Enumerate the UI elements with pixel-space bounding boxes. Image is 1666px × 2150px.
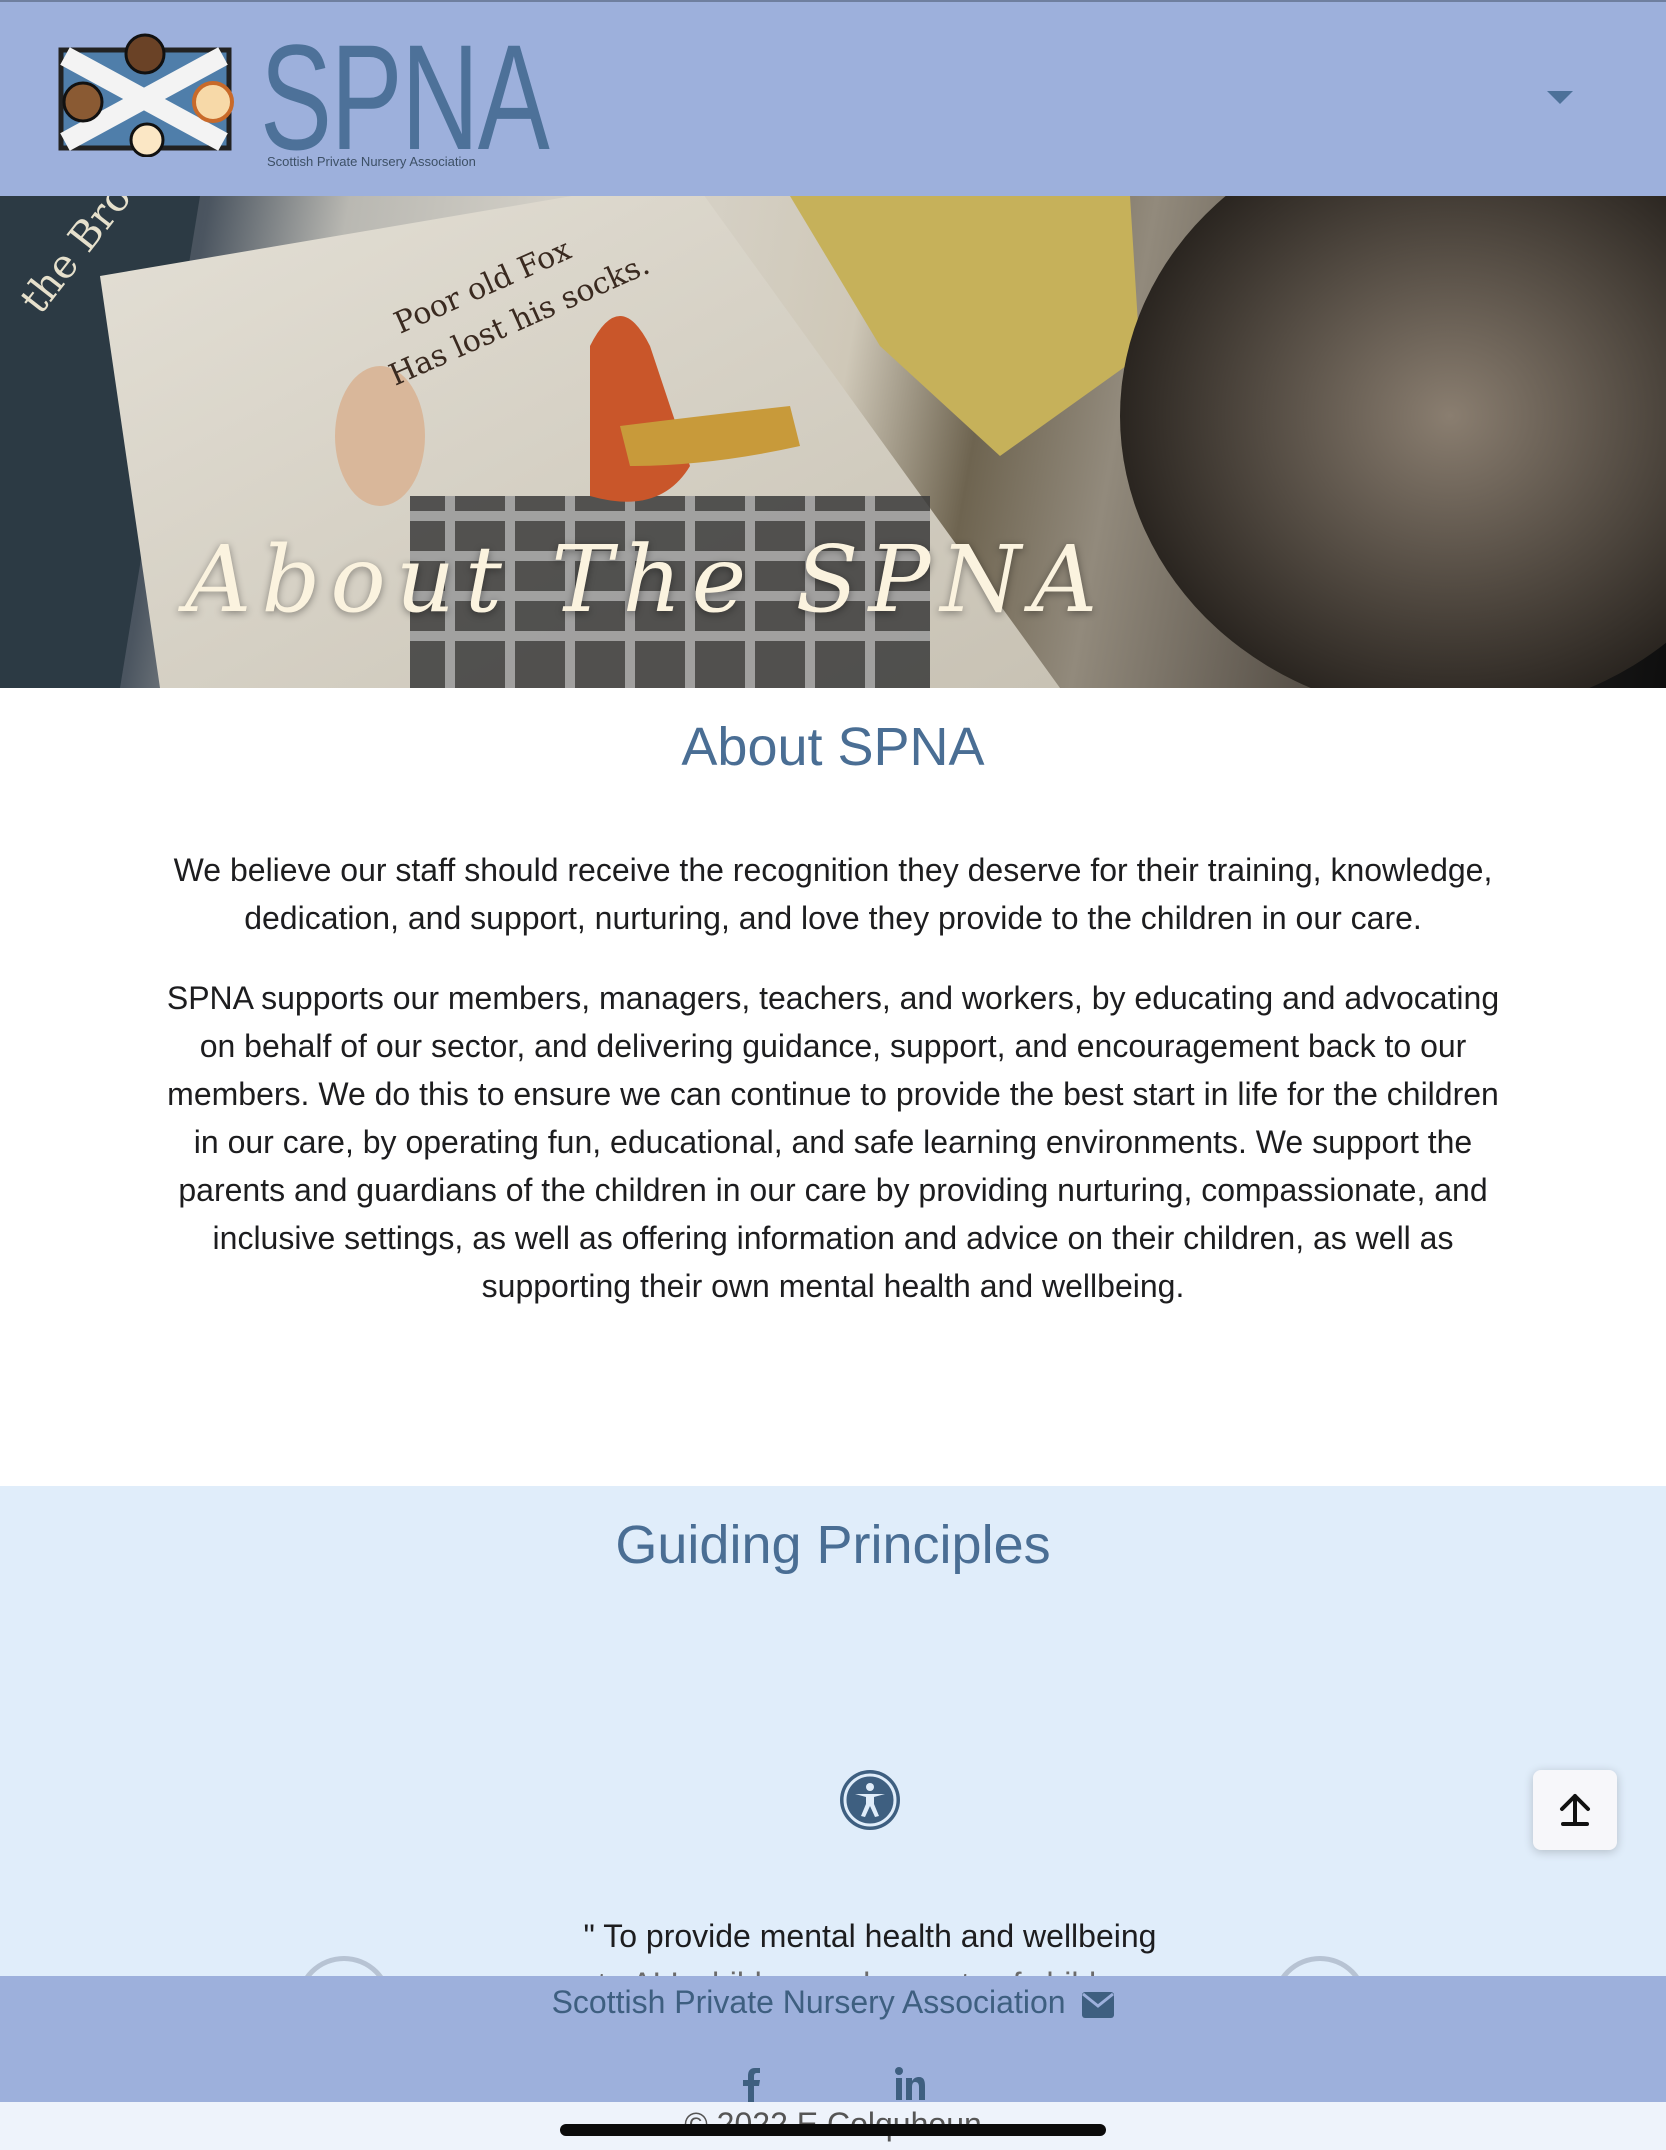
caret-down-icon	[1547, 90, 1573, 104]
site-footer: Scottish Private Nursery Association	[0, 1976, 1666, 2102]
about-title: About SPNA	[681, 717, 985, 777]
spna-logo[interactable]: SPNA Scottish Private Nursery Associatio…	[55, 22, 550, 177]
about-paragraph: SPNA supports our members, managers, tea…	[166, 980, 1500, 1304]
arrow-up-icon	[1560, 1794, 1590, 1826]
linkedin-icon[interactable]	[888, 2062, 932, 2106]
menu-toggle-button[interactable]	[1540, 82, 1580, 112]
footer-org: Scottish Private Nursery Association	[0, 1984, 1666, 2021]
guiding-principles-section: Guiding Principles " To provide mental h…	[0, 1486, 1666, 2052]
logo-wordmark: SPNA	[260, 13, 550, 181]
hero-banner: Poor old Fox Has lost his socks. the Bro…	[0, 196, 1666, 688]
footer-org-name: Scottish Private Nursery Association	[551, 1984, 1066, 2020]
principle-quote: " To provide mental health and wellbeing	[583, 1918, 1157, 1954]
facebook-icon[interactable]	[730, 2062, 774, 2106]
about-body: We believe our staff should receive the …	[160, 846, 1506, 1342]
accessibility-icon	[840, 1770, 900, 1830]
hero-title: About The SPNA	[185, 526, 1108, 633]
saltire-flag-logo	[58, 33, 234, 157]
site-header: SPNA Scottish Private Nursery Associatio…	[0, 0, 1666, 196]
scroll-to-top-button[interactable]	[1533, 1770, 1617, 1850]
home-indicator[interactable]	[560, 2124, 1106, 2136]
logo-subtitle: Scottish Private Nursery Association	[267, 154, 476, 169]
about-paragraph: We believe our staff should receive the …	[173, 852, 1493, 936]
guiding-principles-title: Guiding Principles	[615, 1515, 1051, 1575]
envelope-icon[interactable]	[1082, 1991, 1115, 2018]
